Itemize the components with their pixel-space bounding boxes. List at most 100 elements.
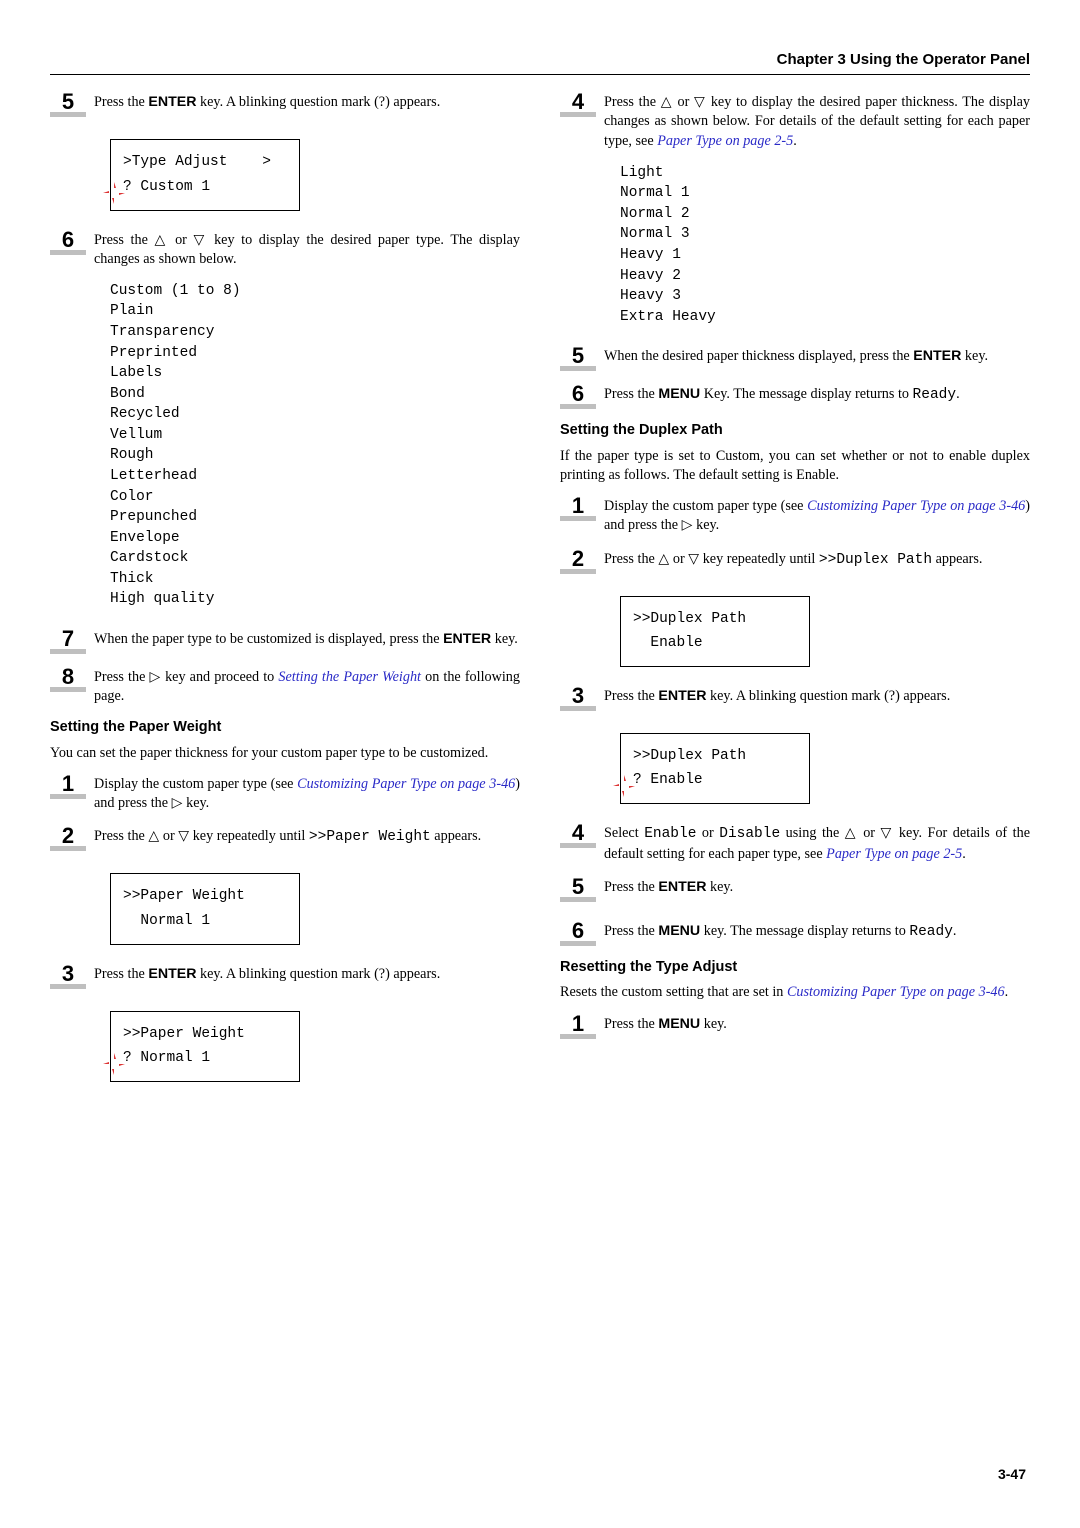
text: Display the custom paper type (see bbox=[604, 498, 807, 514]
text: Press the bbox=[94, 828, 148, 844]
step-number: 5 bbox=[62, 91, 74, 113]
right-icon: ▷ bbox=[172, 795, 183, 811]
step-number: 3 bbox=[62, 963, 74, 985]
step-number: 4 bbox=[572, 91, 584, 113]
lcd-line: >>Duplex Path bbox=[633, 607, 797, 632]
lcd-display: >Type Adjust > ? Custom 1 bbox=[110, 139, 300, 210]
text: . bbox=[953, 923, 957, 939]
xref-link[interactable]: Setting the Paper Weight bbox=[278, 669, 421, 685]
text: or bbox=[168, 232, 193, 248]
text: key. bbox=[693, 517, 720, 533]
paragraph: You can set the paper thickness for your… bbox=[50, 744, 520, 763]
xref-link[interactable]: Customizing Paper Type on page 3-46 bbox=[297, 776, 515, 792]
text: Select bbox=[604, 825, 644, 841]
text: Press the bbox=[604, 688, 658, 704]
lcd-line: Normal 1 bbox=[123, 909, 287, 934]
text: appears. bbox=[932, 551, 982, 567]
thickness-list: Light Normal 1 Normal 2 Normal 3 Heavy 1… bbox=[620, 165, 716, 325]
step-7: 7 When the paper type to be customized i… bbox=[50, 628, 520, 654]
lcd-line: ? Normal 1 bbox=[123, 1046, 287, 1071]
key-menu: MENU bbox=[658, 1016, 700, 1032]
text: key. A blinking question mark (?) appear… bbox=[196, 94, 440, 110]
code: Enable bbox=[644, 826, 696, 842]
text: key. The message display returns to bbox=[700, 923, 909, 939]
right-icon: ▷ bbox=[150, 669, 161, 685]
right-step-4: 4 Press the △ or ▽ key to display the de… bbox=[560, 91, 1030, 151]
xref-link[interactable]: Paper Type on page 2-5 bbox=[826, 846, 962, 862]
text: Press the bbox=[604, 923, 658, 939]
text: key. A blinking question mark (?) appear… bbox=[706, 688, 950, 704]
text: key. bbox=[700, 1016, 727, 1032]
step-number: 6 bbox=[572, 383, 584, 405]
duplex-step-3: 3 Press the ENTER key. A blinking questi… bbox=[560, 685, 1030, 711]
text: Resets the custom setting that are set i… bbox=[560, 984, 787, 1000]
xref-link[interactable]: Paper Type on page 2-5 bbox=[657, 133, 793, 149]
up-icon: △ bbox=[148, 828, 159, 844]
text: Press the bbox=[604, 551, 658, 567]
duplex-step-5: 5 Press the ENTER key. bbox=[560, 876, 1030, 902]
step-number: 2 bbox=[572, 548, 584, 570]
text: Display the custom paper type (see bbox=[94, 776, 297, 792]
text: Press the bbox=[94, 94, 148, 110]
lcd-display: >>Paper Weight Normal 1 bbox=[110, 873, 300, 944]
text: appears. bbox=[431, 828, 481, 844]
text: or bbox=[669, 551, 688, 567]
paragraph: If the paper type is set to Custom, you … bbox=[560, 447, 1030, 485]
text: Press the bbox=[604, 94, 661, 110]
key-menu: MENU bbox=[658, 386, 700, 402]
text: key and proceed to bbox=[161, 669, 278, 685]
xref-link[interactable]: Customizing Paper Type on page 3-46 bbox=[787, 984, 1005, 1000]
code: Ready bbox=[913, 387, 957, 403]
weight-step-1: 1 Display the custom paper type (see Cus… bbox=[50, 773, 520, 813]
key-enter: ENTER bbox=[443, 631, 491, 647]
step-number: 1 bbox=[572, 1013, 584, 1035]
key-enter: ENTER bbox=[148, 966, 196, 982]
xref-link[interactable]: Customizing Paper Type on page 3-46 bbox=[807, 498, 1025, 514]
text: Key. The message display returns to bbox=[700, 386, 912, 402]
reset-step-1: 1 Press the MENU key. bbox=[560, 1013, 1030, 1039]
text: Press the bbox=[604, 1016, 658, 1032]
text: Press the bbox=[94, 966, 148, 982]
step-number: 5 bbox=[572, 345, 584, 367]
key-enter: ENTER bbox=[913, 348, 961, 364]
step-5: 5 Press the ENTER key. A blinking questi… bbox=[50, 91, 520, 117]
step-number: 1 bbox=[62, 773, 74, 795]
down-icon: ▽ bbox=[194, 232, 208, 248]
step-number: 6 bbox=[572, 920, 584, 942]
right-step-6: 6 Press the MENU Key. The message displa… bbox=[560, 383, 1030, 409]
lcd-line: >>Duplex Path bbox=[633, 744, 797, 769]
lcd-line: >>Paper Weight bbox=[123, 1022, 287, 1047]
right-icon: ▷ bbox=[682, 517, 693, 533]
heading-reset: Resetting the Type Adjust bbox=[560, 958, 1030, 978]
right-column: 4 Press the △ or ▽ key to display the de… bbox=[560, 91, 1030, 1100]
up-icon: △ bbox=[845, 825, 858, 841]
up-icon: △ bbox=[661, 94, 673, 110]
step-number: 4 bbox=[572, 822, 584, 844]
weight-step-3: 3 Press the ENTER key. A blinking questi… bbox=[50, 963, 520, 989]
up-icon: △ bbox=[155, 232, 169, 248]
text: . bbox=[1005, 984, 1009, 1000]
text: or bbox=[858, 825, 881, 841]
text: . bbox=[793, 133, 797, 149]
duplex-step-1: 1 Display the custom paper type (see Cus… bbox=[560, 495, 1030, 535]
text: . bbox=[962, 846, 966, 862]
text: When the desired paper thickness display… bbox=[604, 348, 913, 364]
heading-duplex: Setting the Duplex Path bbox=[560, 421, 1030, 441]
step-number: 3 bbox=[572, 685, 584, 707]
text: key. bbox=[491, 631, 518, 647]
duplex-step-4: 4 Select Enable or Disable using the △ o… bbox=[560, 822, 1030, 864]
code: >>Duplex Path bbox=[819, 552, 932, 568]
lcd-line: ? Custom 1 bbox=[123, 175, 287, 200]
duplex-step-2: 2 Press the △ or ▽ key repeatedly until … bbox=[560, 548, 1030, 574]
down-icon: ▽ bbox=[178, 828, 189, 844]
key-enter: ENTER bbox=[658, 688, 706, 704]
step-number: 7 bbox=[62, 628, 74, 650]
text: Press the bbox=[94, 232, 155, 248]
down-icon: ▽ bbox=[694, 94, 706, 110]
down-icon: ▽ bbox=[688, 551, 699, 567]
text: key. bbox=[961, 348, 988, 364]
text: or bbox=[673, 94, 694, 110]
lcd-line: ? Enable bbox=[633, 768, 797, 793]
code: Ready bbox=[909, 924, 953, 940]
blink-icon bbox=[103, 182, 125, 204]
